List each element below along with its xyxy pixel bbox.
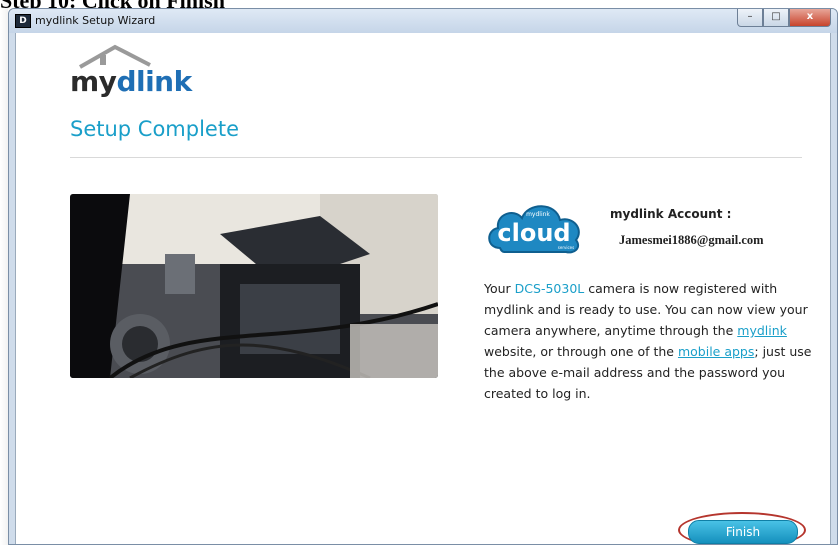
header-divider bbox=[70, 157, 802, 158]
window-title: mydlink Setup Wizard bbox=[35, 14, 156, 27]
app-icon: D bbox=[15, 14, 31, 28]
mydlink-logo: mydlink bbox=[70, 43, 210, 103]
setup-wizard-window: D mydlink Setup Wizard – □ x mydlink Set… bbox=[8, 8, 838, 545]
account-label: mydlink Account : bbox=[610, 207, 732, 221]
cloud-logo-top-text: mydlink bbox=[526, 211, 550, 218]
account-email: Jamesmei1886@gmail.com bbox=[619, 233, 764, 247]
logo-suffix: dlink bbox=[116, 65, 192, 98]
camera-preview-image bbox=[70, 194, 438, 378]
finish-button[interactable]: Finish bbox=[688, 520, 798, 544]
cloud-logo-bottom-text: services bbox=[558, 245, 574, 250]
mydlink-cloud-icon: cloud mydlink services bbox=[482, 196, 588, 258]
message-text: website, or through one of the bbox=[484, 344, 678, 359]
logo-prefix: my bbox=[70, 65, 117, 98]
close-button[interactable]: x bbox=[789, 9, 831, 27]
maximize-button[interactable]: □ bbox=[763, 9, 789, 27]
logo-wordmark: mydlink bbox=[70, 65, 192, 98]
camera-model: DCS-5030L bbox=[514, 281, 585, 296]
window-controls: – □ x bbox=[737, 9, 831, 27]
message-text: Your bbox=[484, 281, 515, 296]
wizard-content: mydlink Setup Complete cloud mydlink ser… bbox=[15, 33, 831, 544]
registration-message: Your DCS-5030L camera is now registered … bbox=[484, 278, 824, 404]
title-bar[interactable]: D mydlink Setup Wizard – □ x bbox=[9, 9, 837, 33]
mobile-apps-link[interactable]: mobile apps bbox=[678, 344, 754, 359]
page-margin bbox=[0, 0, 8, 545]
page-title: Setup Complete bbox=[70, 117, 240, 141]
cloud-logo-text: cloud bbox=[497, 219, 570, 247]
mydlink-website-link[interactable]: mydlink bbox=[737, 323, 787, 338]
minimize-button[interactable]: – bbox=[737, 9, 763, 27]
